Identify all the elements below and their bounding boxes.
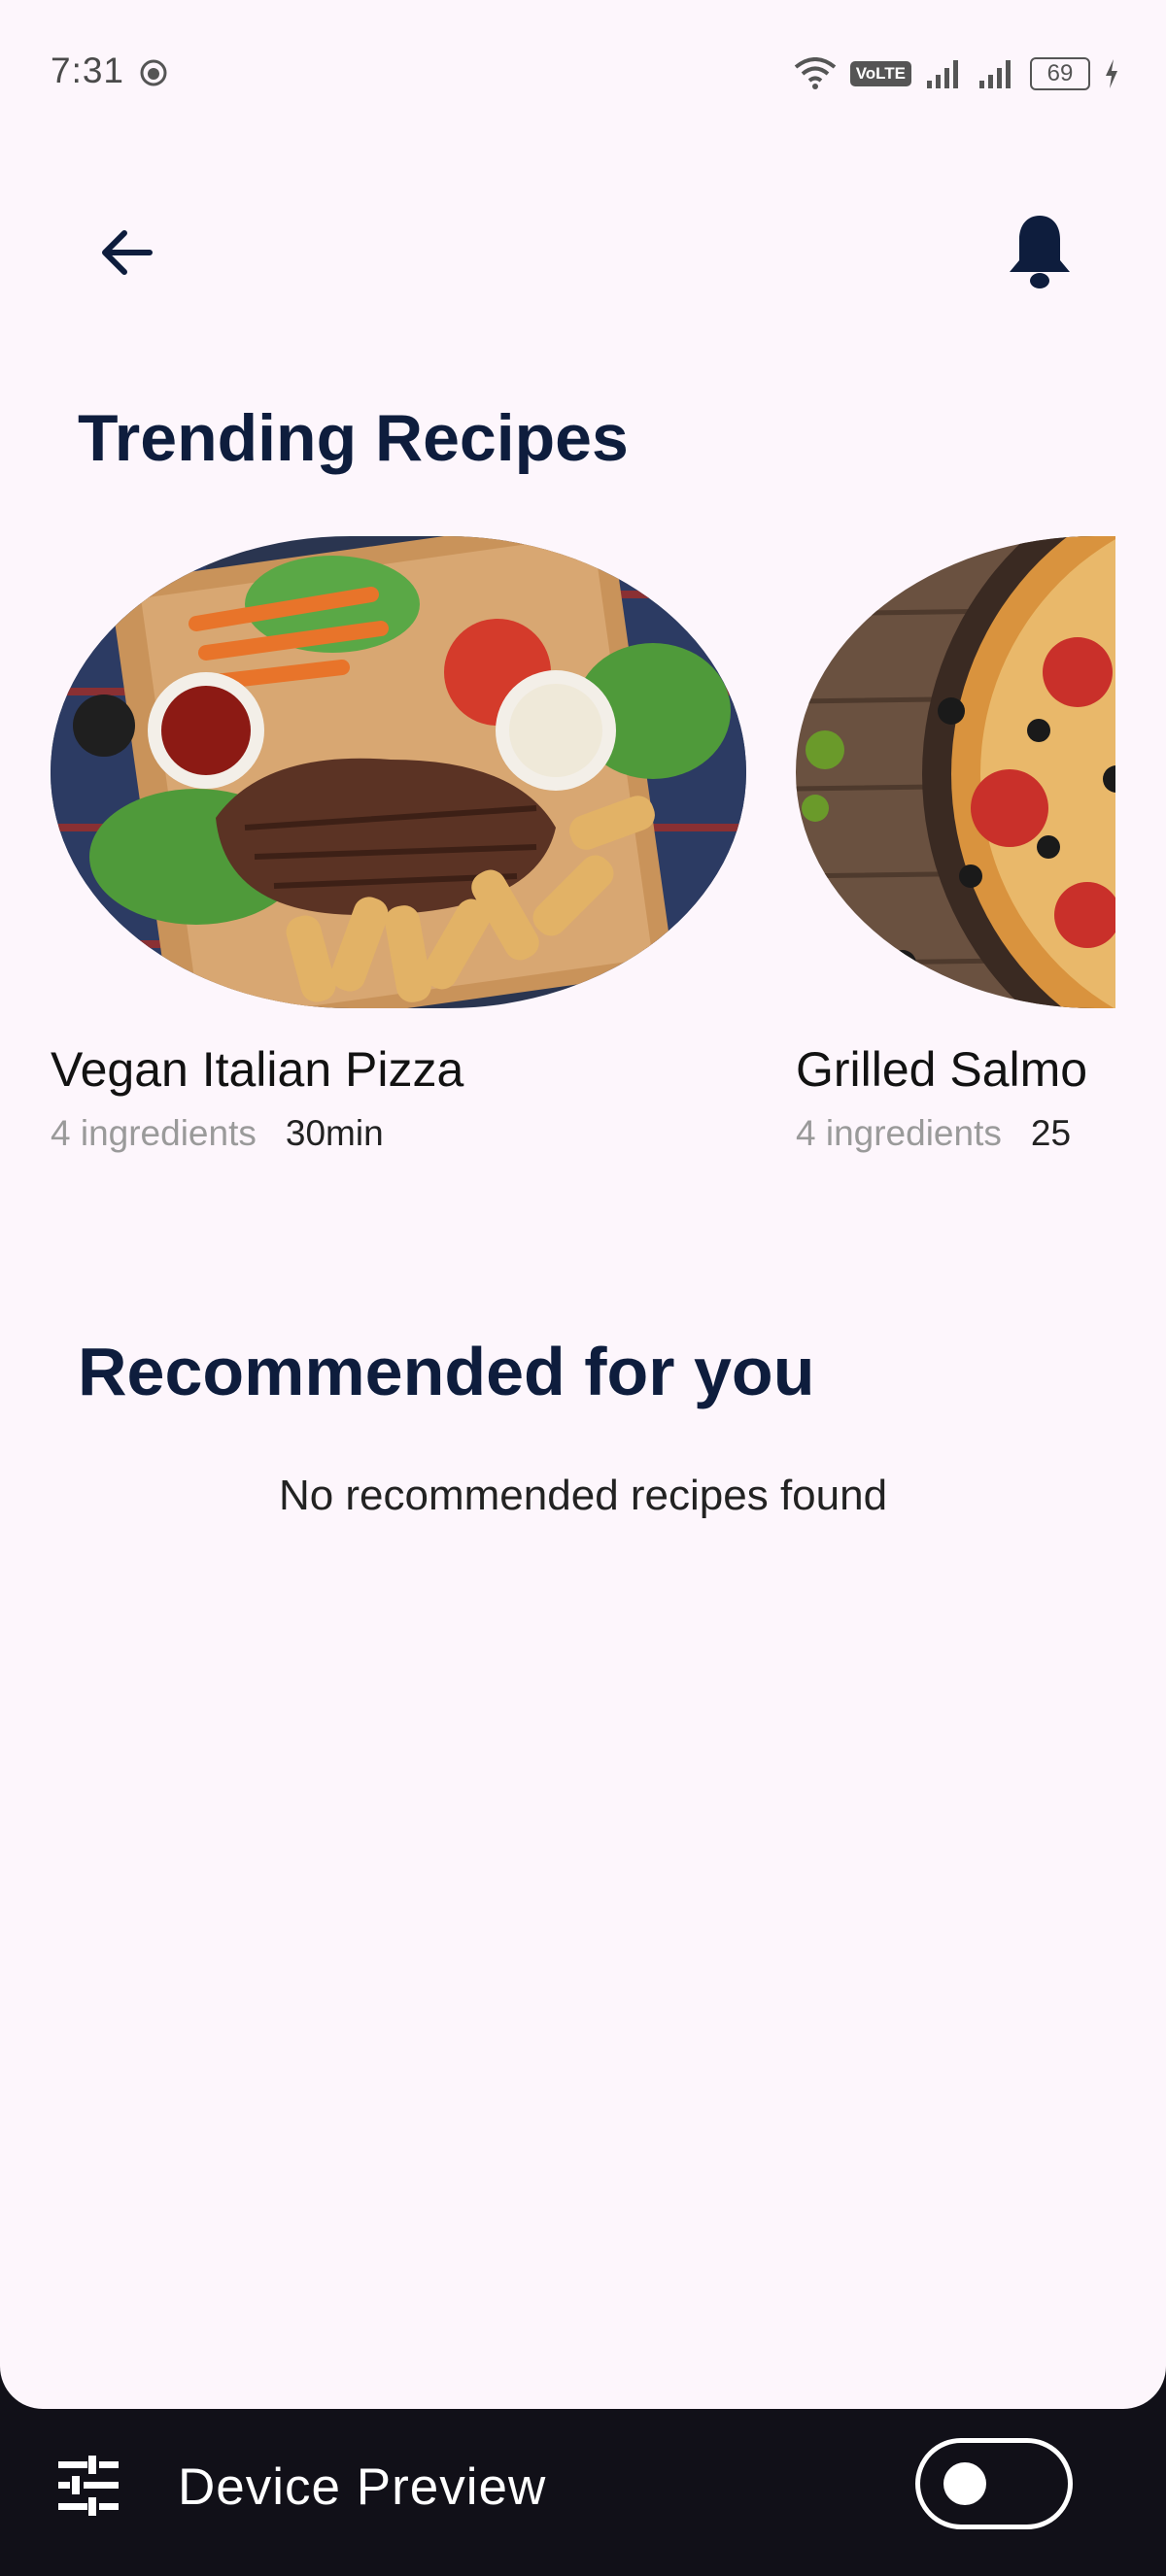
bell-icon <box>1010 216 1070 288</box>
recipe-time: 30min <box>285 1113 384 1153</box>
signal-icon <box>927 60 958 88</box>
trending-carousel[interactable]: Vegan Italian Pizza 4 ingredients 30min <box>51 536 1115 1177</box>
recommended-title: Recommended for you <box>78 1334 815 1409</box>
status-bar: 7:31 VoLTE 69 <box>0 0 1166 146</box>
tune-icon[interactable] <box>56 2456 120 2516</box>
recipe-title: Grilled Salmo <box>796 1042 1088 1097</box>
recipe-meta: 4 ingredients 25 <box>796 1113 1071 1154</box>
face-icon <box>140 59 167 86</box>
recipe-title: Vegan Italian Pizza <box>51 1042 464 1097</box>
recipe-card[interactable]: Vegan Italian Pizza 4 ingredients 30min <box>51 536 746 1153</box>
empty-recommendations-message: No recommended recipes found <box>278 1472 888 1519</box>
charging-icon <box>1106 59 1117 88</box>
recipe-card[interactable]: Grilled Salmo 4 ingredients 25 <box>796 536 1115 1153</box>
recipe-meta: 4 ingredients 30min <box>51 1113 384 1154</box>
recipe-ingredients: 4 ingredients <box>51 1113 257 1153</box>
status-time: 7:31 <box>51 51 125 90</box>
arrow-left-icon <box>102 230 153 275</box>
recipe-time: 25 <box>1030 1113 1072 1153</box>
notification-button[interactable] <box>1001 209 1079 296</box>
app-screen: 7:31 VoLTE 69 Trending Recipes Vegan Ita… <box>0 0 1166 2409</box>
recipe-image <box>796 536 1115 1008</box>
signal-icon <box>979 60 1011 88</box>
wifi-icon <box>794 57 836 89</box>
battery-icon: 69 <box>1030 57 1090 90</box>
toggle-knob <box>943 2462 986 2505</box>
trending-title: Trending Recipes <box>78 401 629 475</box>
back-button[interactable] <box>87 214 165 291</box>
device-preview-toggle[interactable] <box>915 2438 1073 2529</box>
volte-badge: VoLTE <box>849 61 911 86</box>
status-icons: VoLTE 69 <box>794 54 1119 93</box>
recipe-ingredients: 4 ingredients <box>796 1113 1002 1153</box>
device-preview-label: Device Preview <box>178 2458 547 2516</box>
recipe-image <box>51 536 746 1008</box>
